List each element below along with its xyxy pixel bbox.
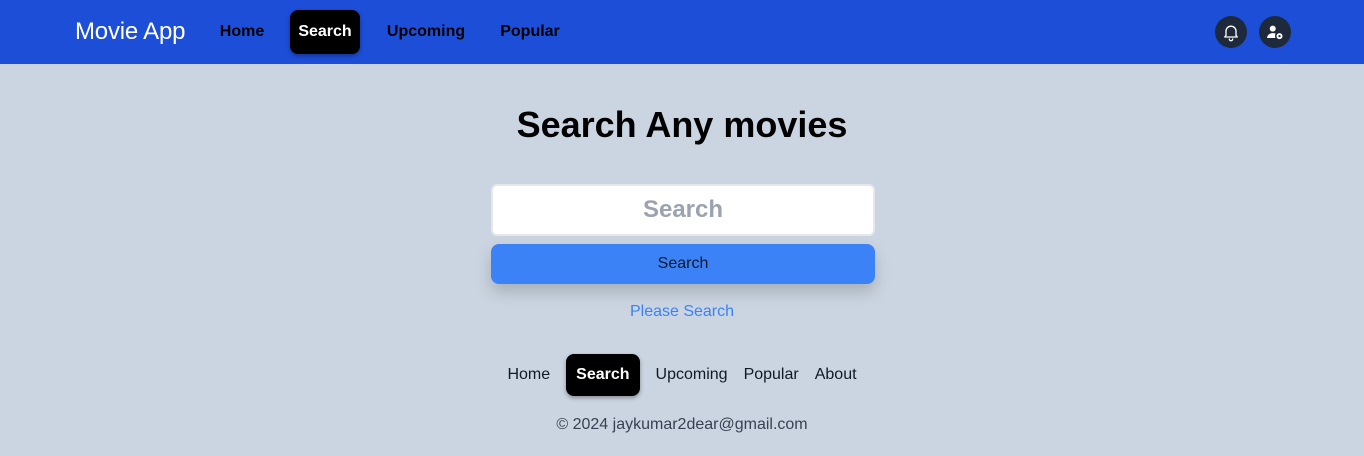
search-input[interactable] [491, 184, 875, 236]
nav-upcoming-link[interactable]: Upcoming [386, 10, 466, 54]
notifications-button[interactable] [1215, 16, 1247, 48]
bell-icon [1224, 25, 1238, 42]
app-brand-link[interactable]: Movie App [75, 18, 185, 46]
footer-search-link[interactable]: Search [566, 354, 640, 396]
nav-search-link[interactable]: Search [290, 10, 360, 54]
footer-popular-link[interactable]: Popular [744, 354, 799, 396]
page-title: Search Any movies [516, 104, 848, 145]
nav-home-link[interactable]: Home [219, 10, 265, 54]
user-settings-icon [1267, 25, 1283, 40]
footer-nav: Home Search Upcoming Popular About [0, 354, 1364, 396]
copyright-text: © 2024 jaykumar2dear@gmail.com [556, 416, 808, 433]
footer-home-link[interactable]: Home [507, 354, 550, 396]
nav-popular-link[interactable]: Popular [500, 10, 560, 54]
search-button[interactable]: Search [491, 244, 875, 284]
search-status-text: Please Search [629, 303, 735, 320]
footer-about-link[interactable]: About [815, 354, 857, 396]
top-navbar: Movie App Home Search Upcoming Popular [0, 0, 1364, 64]
footer-upcoming-link[interactable]: Upcoming [656, 354, 728, 396]
user-menu-button[interactable] [1259, 16, 1291, 48]
